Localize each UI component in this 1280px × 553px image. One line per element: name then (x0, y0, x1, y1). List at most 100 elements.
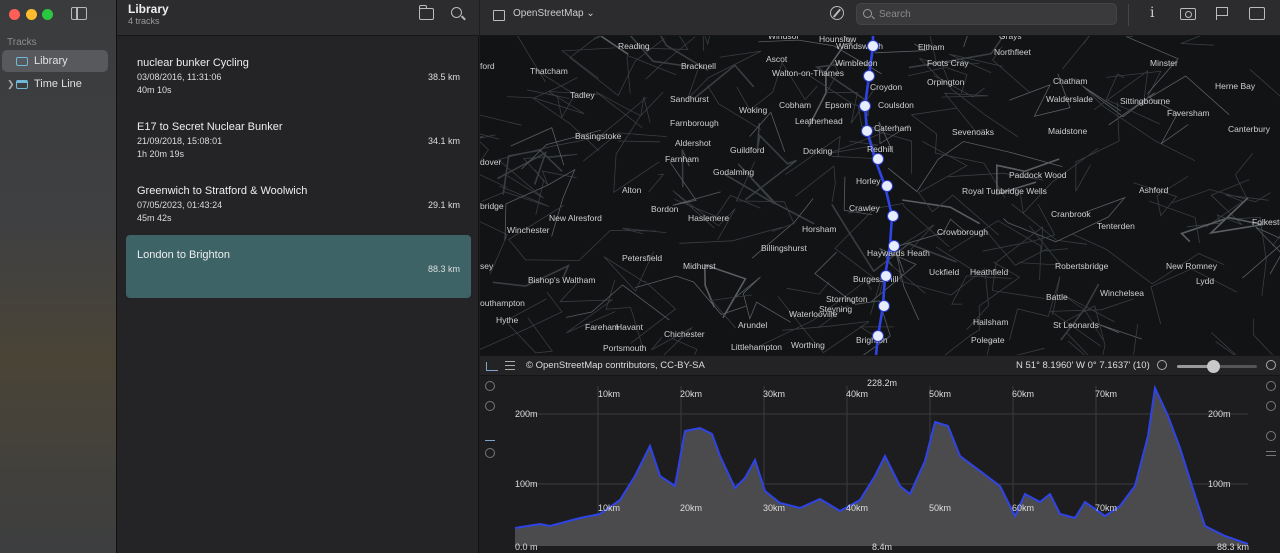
list-item-track-selected[interactable]: London to Brighton 88.3 km (126, 235, 471, 298)
sidebar-section-tracks: Tracks (7, 37, 37, 48)
map-city-label: Herne Bay (1215, 81, 1256, 91)
zoom-in-icon[interactable] (1266, 360, 1276, 370)
map-city-label: Wimbledon (835, 58, 878, 68)
route-waypoint-marker[interactable] (867, 40, 879, 52)
clock-icon[interactable] (1266, 431, 1276, 441)
minimize-window-button[interactable] (26, 9, 37, 20)
zoom-out-icon[interactable] (485, 401, 495, 411)
search-input[interactable] (877, 6, 1107, 22)
map-source-dropdown[interactable]: OpenStreetMap ⌄ (513, 8, 595, 19)
map-city-label: Chatham (1053, 76, 1088, 86)
map-city-label: Folkestone (1252, 217, 1280, 227)
map-road (1211, 332, 1237, 355)
zoom-slider-thumb[interactable] (1207, 360, 1220, 373)
route-waypoint-marker[interactable] (880, 270, 892, 282)
camera-icon[interactable] (1180, 8, 1196, 20)
map-status-bar: © OpenStreetMap contributors, CC-BY-SA N… (480, 355, 1280, 376)
map-view[interactable]: Windsor Hounslow Wandsworth Eltham Grays Read… (480, 36, 1280, 355)
track-name: Greenwich to Stratford & Woolwich (137, 185, 308, 197)
list-icon[interactable] (505, 361, 515, 370)
route-waypoint-marker[interactable] (878, 300, 890, 312)
route-waypoint-marker[interactable] (888, 240, 900, 252)
map-road (731, 276, 791, 323)
search-icon[interactable] (451, 7, 462, 18)
map-road (679, 226, 783, 244)
sidebar-item-time-line[interactable]: ❯ Time Line (2, 73, 108, 95)
map-city-label: Farnborough (670, 118, 719, 128)
track-count: 4 tracks (128, 16, 160, 26)
route-waypoint-marker[interactable] (881, 180, 893, 192)
map-source-label: OpenStreetMap (513, 8, 584, 19)
track-distance: 38.5 km (427, 72, 460, 82)
map-city-label: bridge (480, 201, 504, 211)
list-item-track[interactable]: Greenwich to Stratford & Woolwich 07/05/… (126, 171, 471, 234)
route-waypoint-marker[interactable] (872, 153, 884, 165)
max-elevation-label: 228.2m (867, 378, 898, 388)
sidebar-toggle-icon[interactable] (71, 7, 87, 20)
map-road (910, 107, 1006, 199)
mountain-icon[interactable] (485, 431, 495, 441)
info-icon[interactable]: i (1150, 5, 1154, 21)
map-city-label: Ascot (766, 54, 788, 64)
min-elevation-label: 8.4m (872, 542, 893, 552)
track-name: London to Brighton (137, 249, 230, 261)
map-city-label: Hailsham (973, 317, 1009, 327)
map-city-label: Canterbury (1228, 124, 1271, 134)
map-road (687, 50, 762, 100)
route-waypoint-marker[interactable] (863, 70, 875, 82)
track-date: 07/05/2023, 01:43:24 (137, 200, 223, 210)
map-city-label: Orpington (927, 77, 965, 87)
map-road (480, 134, 496, 139)
map-road (703, 263, 747, 319)
map-road (672, 338, 698, 355)
elevation-profile[interactable]: 228.2m 200m 100m 200m 100m 10km 20km 30k… (480, 376, 1280, 553)
zoom-window-button[interactable] (42, 9, 53, 20)
route-waypoint-marker[interactable] (887, 210, 899, 222)
x-tick-label: 20km (680, 389, 703, 399)
search-field[interactable] (856, 3, 1117, 25)
y-tick-label: 200m (515, 409, 538, 419)
flag-icon[interactable] (1216, 7, 1228, 20)
map-city-label: ford (480, 61, 495, 71)
map-city-label: Crawley (849, 203, 880, 213)
speed-icon[interactable] (485, 448, 495, 458)
list-item-track[interactable]: E17 to Secret Nuclear Bunker 21/09/2018,… (126, 107, 471, 170)
elevation-chart (514, 384, 1249, 546)
map-city-label: Cranbrook (1051, 209, 1091, 219)
map-city-label: Dorking (803, 146, 833, 156)
map-city-label: sey (480, 261, 494, 271)
compass-icon[interactable] (830, 6, 844, 20)
list-item-track[interactable]: nuclear bunker Cycling 03/08/2016, 11:31… (126, 43, 471, 106)
map-city-label: Storrington (826, 294, 868, 304)
open-folder-icon[interactable] (419, 5, 434, 20)
route-waypoint-marker[interactable] (861, 125, 873, 137)
map-city-label: Midhurst (683, 261, 716, 271)
map-road (502, 149, 563, 195)
zoom-in-icon[interactable] (1266, 381, 1276, 391)
map-city-label: Walton-on-Thames (772, 68, 844, 78)
map-road (983, 227, 1048, 266)
map-city-label: Paddock Wood (1009, 170, 1067, 180)
map-road (1015, 347, 1045, 355)
sidebar-item-library[interactable]: Library (2, 50, 108, 72)
chevron-right-icon[interactable]: ❯ (7, 79, 15, 90)
map-city-label: Heathfield (970, 267, 1009, 277)
chart-icon[interactable] (486, 362, 498, 371)
route-waypoint-marker[interactable] (872, 330, 884, 342)
map-road (1180, 197, 1263, 243)
map-city-label: Arundel (738, 320, 768, 330)
zoom-out-icon[interactable] (1266, 401, 1276, 411)
photos-icon[interactable] (1249, 7, 1265, 20)
route-waypoint-marker[interactable] (859, 100, 871, 112)
map-city-label: Minster (1150, 58, 1178, 68)
zoom-slider[interactable] (1177, 360, 1257, 373)
panel-icon[interactable] (1266, 451, 1276, 456)
map-city-label: St Leonards (1053, 320, 1099, 330)
search-icon (863, 9, 872, 18)
map-city-label: Petersfield (622, 253, 663, 263)
close-window-button[interactable] (9, 9, 20, 20)
map-icon (493, 10, 505, 21)
zoom-in-icon[interactable] (485, 381, 495, 391)
page-title: Library (128, 2, 169, 16)
zoom-out-icon[interactable] (1157, 360, 1167, 370)
